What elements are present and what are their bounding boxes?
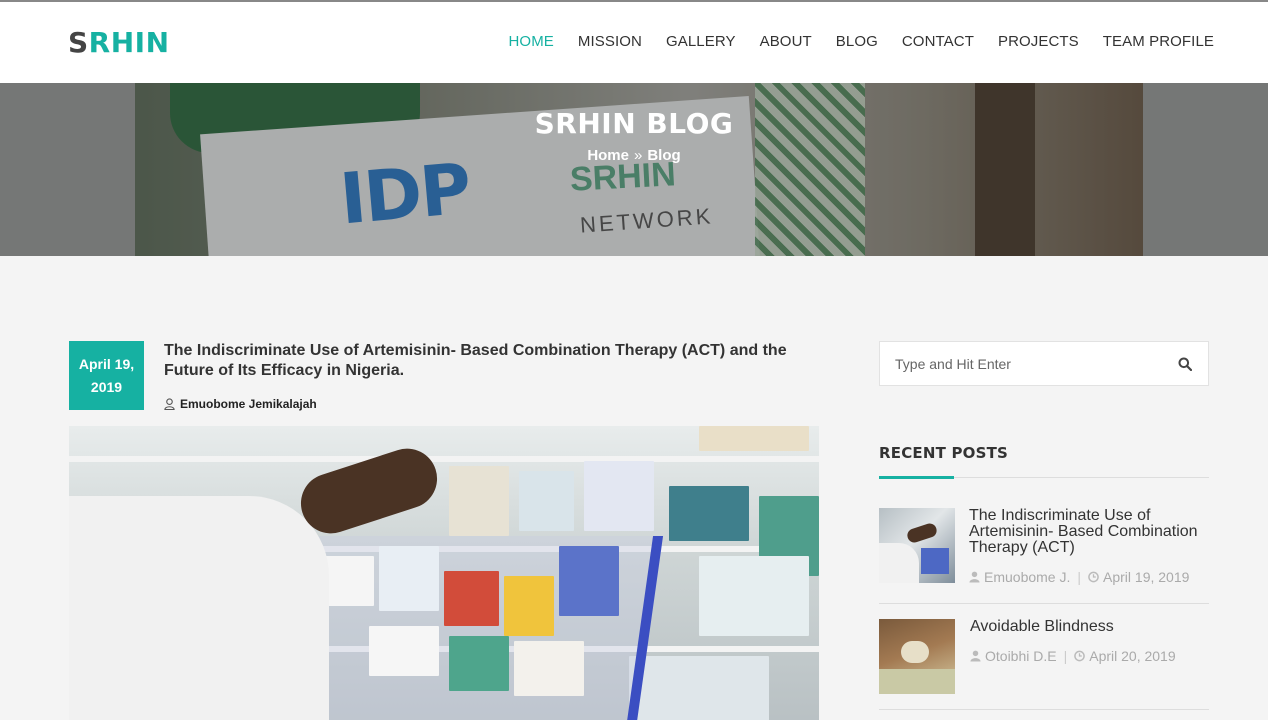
image-box xyxy=(519,471,574,531)
post-title[interactable]: The Indiscriminate Use of Artemisinin- B… xyxy=(164,341,814,381)
search-icon[interactable] xyxy=(1178,357,1192,371)
image-box xyxy=(449,636,509,691)
recent-post-meta: Otoibhi D.E | April 20, 2019 xyxy=(970,648,1176,664)
hero-banner: IDP SRHIN NETWORK SRHIN BLOG Home» Blog xyxy=(0,83,1268,256)
recent-post-meta: Emuobome J. | April 19, 2019 xyxy=(969,569,1189,585)
image-box xyxy=(369,626,439,676)
user-icon xyxy=(969,571,980,583)
page-title: SRHIN BLOG xyxy=(534,107,734,140)
recent-post-date: April 19, 2019 xyxy=(1103,569,1190,585)
search-input[interactable] xyxy=(880,342,1170,385)
site-header: SRHIN HOME MISSION GALLERY ABOUT BLOG CO… xyxy=(0,2,1268,83)
post-author-name[interactable]: Emuobome Jemikalajah xyxy=(180,397,317,411)
meta-divider: | xyxy=(1077,569,1082,585)
recent-post-title[interactable]: Avoidable Blindness xyxy=(970,619,1215,635)
image-box xyxy=(559,546,619,616)
recent-posts-heading: RECENT POSTS xyxy=(879,444,1009,462)
breadcrumb-separator-icon: » xyxy=(634,147,643,164)
recent-post-author: Otoibhi D.E xyxy=(985,648,1057,664)
image-box xyxy=(584,461,654,531)
nav-projects[interactable]: PROJECTS xyxy=(998,33,1079,51)
meta-divider: | xyxy=(1063,648,1068,664)
recent-post-thumbnail[interactable] xyxy=(879,508,955,583)
logo-text: RHIN xyxy=(88,26,170,59)
breadcrumb-current: Blog xyxy=(647,147,681,164)
nav-gallery[interactable]: GALLERY xyxy=(666,33,736,51)
recent-post-separator xyxy=(879,603,1209,604)
recent-post-thumbnail[interactable] xyxy=(879,619,955,694)
nav-blog[interactable]: BLOG xyxy=(836,33,878,51)
image-shelf xyxy=(69,456,819,462)
recent-post-separator xyxy=(879,709,1209,710)
nav-team-profile[interactable]: TEAM PROFILE xyxy=(1103,33,1214,51)
breadcrumb: Home » Blog xyxy=(0,147,1268,164)
user-icon xyxy=(970,650,981,662)
clock-icon xyxy=(1074,650,1086,662)
image-box xyxy=(504,576,554,636)
recent-post-date: April 20, 2019 xyxy=(1089,648,1176,664)
image-box xyxy=(669,486,749,541)
site-logo[interactable]: SRHIN xyxy=(68,27,170,59)
post-author: Emuobome Jemikalajah xyxy=(164,397,317,411)
post-date-year: 2019 xyxy=(90,379,123,395)
image-box xyxy=(379,546,439,611)
logo-letter-s: S xyxy=(68,26,89,59)
post-featured-image[interactable] xyxy=(69,426,819,720)
user-icon xyxy=(164,398,175,410)
image-sleeve xyxy=(69,496,329,720)
image-box xyxy=(699,556,809,636)
nav-about[interactable]: ABOUT xyxy=(760,33,812,51)
recent-posts-accent xyxy=(879,476,954,479)
recent-post-author: Emuobome J. xyxy=(984,569,1071,585)
image-box xyxy=(449,466,509,536)
nav-home[interactable]: HOME xyxy=(509,33,554,51)
image-box xyxy=(444,571,499,626)
nav-contact[interactable]: CONTACT xyxy=(902,33,974,51)
nav-mission[interactable]: MISSION xyxy=(578,33,642,51)
search-box xyxy=(879,341,1209,386)
recent-post-title[interactable]: The Indiscriminate Use of Artemisinin- B… xyxy=(969,508,1214,556)
post-date-day: April 19, xyxy=(78,356,135,372)
breadcrumb-home[interactable]: Home xyxy=(587,147,629,164)
main-nav: HOME MISSION GALLERY ABOUT BLOG CONTACT … xyxy=(485,33,1215,51)
post-date-badge: April 19, 2019 xyxy=(69,341,144,410)
image-box xyxy=(629,656,769,720)
clock-icon xyxy=(1088,571,1099,583)
image-box xyxy=(514,641,584,696)
image-box xyxy=(699,426,809,451)
